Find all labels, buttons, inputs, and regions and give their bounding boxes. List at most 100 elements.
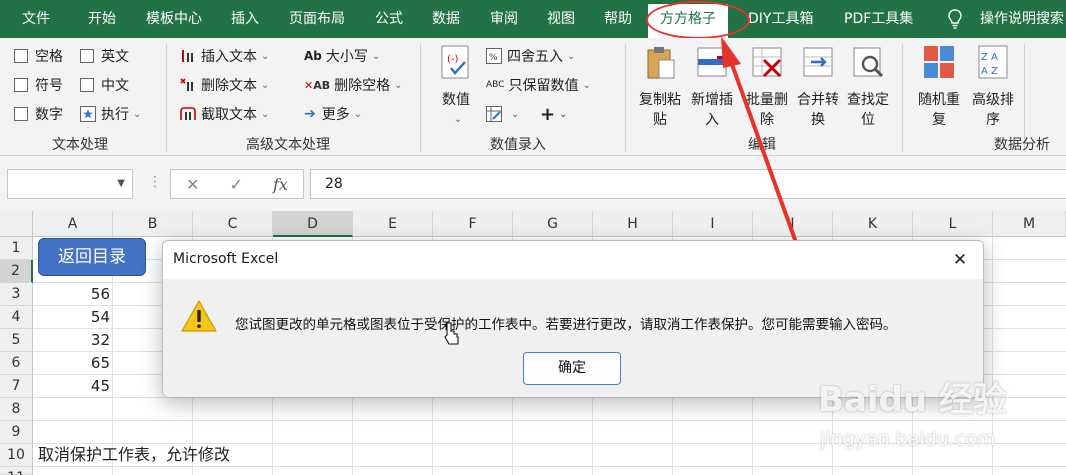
column-header-b[interactable]: B [113, 211, 193, 237]
formula-input[interactable]: 28 [310, 169, 1066, 199]
row-header-7[interactable]: 7 [0, 375, 33, 398]
edit-table-button[interactable]: ⌄ [486, 103, 519, 125]
keep-value-button[interactable]: ABC 只保留数值 ⌄ [486, 74, 591, 96]
plus-icon: + [540, 103, 556, 125]
tab-pdf-tools[interactable]: PDF工具集 [844, 0, 913, 38]
tab-help[interactable]: 帮助 [604, 0, 632, 38]
column-header-a[interactable]: A [33, 211, 113, 237]
row-header-11[interactable]: 11 [0, 467, 33, 475]
tab-review[interactable]: 审阅 [490, 0, 518, 38]
name-box[interactable]: ▼ [7, 169, 133, 199]
row-header-10[interactable]: 10 [0, 444, 33, 467]
column-header-f[interactable]: F [433, 211, 513, 237]
column-header-g[interactable]: G [513, 211, 593, 237]
add-button[interactable]: + ⌄ [540, 103, 567, 125]
ok-button[interactable]: 确定 [523, 352, 621, 385]
copy-paste-button[interactable]: 复制粘 贴 [634, 44, 686, 130]
change-case-button[interactable]: Ab 大小写 ⌄ [304, 45, 380, 67]
value-icon: (-) [441, 45, 469, 79]
column-header-i[interactable]: I [673, 211, 753, 237]
cell-a4[interactable]: 54 [34, 306, 112, 329]
group-label-number-entry: 数值录入 [490, 137, 546, 153]
cell-a3[interactable]: 56 [34, 283, 112, 306]
column-header-j[interactable]: J [753, 211, 833, 237]
insert-text-button[interactable]: 插入文本 ⌄ [180, 45, 269, 67]
tab-formulas[interactable]: 公式 [375, 0, 403, 38]
extract-text-button[interactable]: 截取文本 ⌄ [180, 103, 269, 125]
tab-diy-toolbox[interactable]: DIY工具箱 [748, 0, 813, 38]
tab-data[interactable]: 数据 [432, 0, 460, 38]
new-insert-label: 新增插 [691, 92, 733, 108]
checkbox-chinese[interactable]: 中文 [80, 74, 129, 96]
row-header-4[interactable]: 4 [0, 306, 33, 329]
new-insert-label-2: 入 [705, 112, 719, 128]
checkbox-label: 中文 [101, 78, 129, 94]
row-header-6[interactable]: 6 [0, 352, 33, 375]
column-header-e[interactable]: E [353, 211, 433, 237]
new-insert-button[interactable]: 新增插 入 [686, 44, 738, 130]
cell-a5[interactable]: 32 [34, 329, 112, 352]
row-header-9[interactable]: 9 [0, 421, 33, 444]
chevron-down-icon: ⌄ [261, 108, 270, 120]
find-locate-button[interactable]: 查找定 位 [842, 44, 894, 130]
delete-text-button[interactable]: 删除文本 ⌄ [180, 74, 269, 96]
drag-handle-icon[interactable]: ⋮ [148, 174, 162, 190]
checkbox-english[interactable]: 英文 [80, 45, 129, 67]
execute-label: 执行 [101, 107, 129, 123]
chevron-down-icon: ⌄ [567, 50, 576, 62]
confirm-icon[interactable]: ✓ [230, 175, 243, 194]
cell-a10[interactable]: 取消保护工作表，允许修改 [38, 441, 230, 465]
group-label-edit: 编辑 [748, 137, 776, 153]
row-header-8[interactable]: 8 [0, 398, 33, 421]
tab-view[interactable]: 视图 [547, 0, 575, 38]
column-header-k[interactable]: K [833, 211, 913, 237]
row-header-5[interactable]: 5 [0, 329, 33, 352]
merge-convert-icon [803, 47, 833, 77]
random-repeat-button[interactable]: 随机重 复 [912, 44, 966, 130]
row-header-3[interactable]: 3 [0, 283, 33, 306]
cancel-icon[interactable]: ✕ [186, 175, 199, 194]
more-button[interactable]: ➔ 更多 ⌄ [304, 103, 362, 125]
batch-delete-button[interactable]: 批量删 除 [741, 44, 793, 130]
checkbox-box [14, 107, 28, 121]
cell-a6[interactable]: 65 [34, 352, 112, 375]
baidu-watermark-url: jingyan.baidu.com [820, 428, 996, 450]
execute-button[interactable]: 执行 ⌄ [80, 103, 141, 125]
round-button[interactable]: % 四舍五入 ⌄ [486, 45, 575, 67]
cell-a7[interactable]: 45 [34, 375, 112, 398]
back-to-index-button[interactable]: 返回目录 [38, 238, 146, 276]
random-repeat-label: 随机重 [918, 92, 960, 108]
row-header-1[interactable]: 1 [0, 237, 33, 260]
delete-space-icon: ✕AB [304, 78, 331, 92]
chevron-down-icon[interactable]: ▼ [117, 178, 125, 189]
delete-space-button[interactable]: ✕AB 删除空格 ⌄ [304, 74, 403, 96]
column-header-h[interactable]: H [593, 211, 673, 237]
svg-text:A Z: A Z [981, 66, 998, 77]
formula-bar: ▼ ⋮ ✕ ✓ fx 28 [0, 156, 1066, 211]
select-all-corner[interactable] [0, 211, 33, 237]
checkbox-symbol[interactable]: 符号 [14, 74, 63, 96]
insert-function-icon[interactable]: fx [273, 175, 288, 194]
advanced-sort-label-2: 序 [986, 112, 1000, 128]
tab-page-layout[interactable]: 页面布局 [289, 0, 345, 38]
checkbox-digit[interactable]: 数字 [14, 103, 63, 125]
checkbox-space[interactable]: 空格 [14, 45, 63, 67]
column-header-l[interactable]: L [913, 211, 993, 237]
row-header-2[interactable]: 2 [0, 260, 33, 283]
tab-insert[interactable]: 插入 [231, 0, 259, 38]
tell-me-search[interactable]: 操作说明搜索 [980, 0, 1064, 38]
formula-buttons: ✕ ✓ fx [170, 169, 304, 199]
keep-value-label: 只保留数值 [508, 78, 579, 94]
column-header-m[interactable]: M [993, 211, 1066, 237]
tab-template-center[interactable]: 模板中心 [146, 0, 202, 38]
close-icon[interactable]: ✕ [947, 247, 973, 273]
column-header-c[interactable]: C [193, 211, 273, 237]
tab-file[interactable]: 文件 [22, 0, 50, 38]
merge-convert-button[interactable]: 合并转 换 [792, 44, 844, 130]
tab-home[interactable]: 开始 [88, 0, 116, 38]
group-separator [902, 44, 903, 152]
column-header-d[interactable]: D [273, 211, 353, 237]
value-button[interactable]: (-) 数值 ⌄ [436, 44, 476, 130]
tab-fangfang-gezi[interactable]: 方方格子 [648, 4, 728, 38]
advanced-sort-button[interactable]: Z A A Z 高级排 序 [966, 44, 1020, 130]
